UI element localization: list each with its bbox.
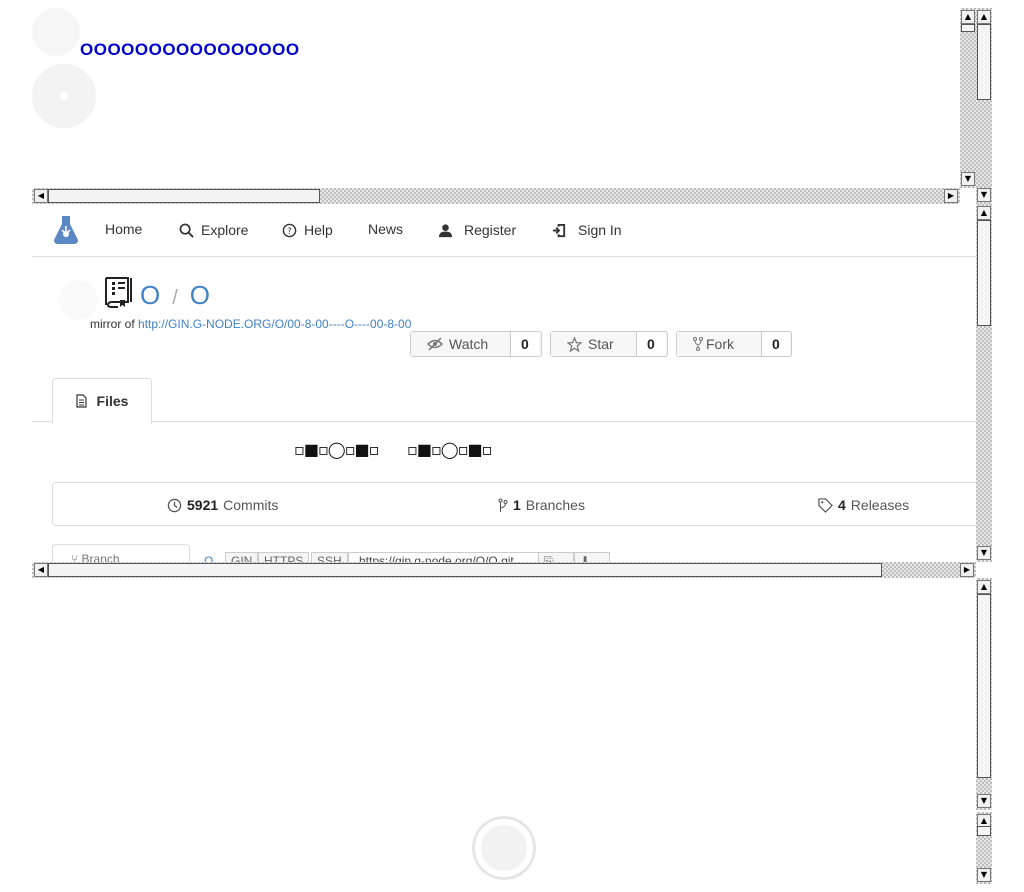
commits-stat[interactable]: 5921 Commits — [167, 497, 278, 513]
frame2-hscroll-thumb[interactable] — [48, 563, 882, 577]
clone-o-link[interactable]: O — [204, 554, 213, 562]
scroll-up-icon[interactable]: ▲ — [961, 10, 975, 24]
nav-news[interactable]: News — [368, 221, 403, 237]
repo-avatar-placeholder — [58, 280, 98, 320]
repo-title-separator: / — [172, 287, 178, 309]
repo-title: O / O — [140, 280, 210, 311]
download-button[interactable]: ⬇ — [574, 552, 610, 562]
scroll-up-icon[interactable]: ▲ — [977, 206, 991, 220]
repo-book-icon — [105, 277, 132, 308]
star-count: 0 — [637, 332, 665, 356]
outer-vscroll-2[interactable]: ▲ ▼ — [976, 204, 992, 562]
clipboard-icon: ⎘ — [544, 554, 554, 562]
branch-icon — [498, 498, 508, 512]
watch-count: 0 — [511, 332, 539, 356]
download-icon: ⬇ — [580, 554, 591, 562]
scroll-left-icon[interactable]: ◀ — [34, 563, 48, 577]
frame1-vscroll[interactable]: ▲ ▼ — [960, 8, 976, 188]
frame1-hscroll[interactable]: ◀ ▶ — [32, 188, 960, 204]
fork-count: 0 — [762, 332, 790, 356]
search-icon — [179, 223, 194, 238]
scroll-down-icon[interactable]: ▼ — [977, 188, 991, 202]
header-divider — [32, 256, 976, 257]
history-icon — [167, 498, 182, 512]
scroll-right-icon[interactable]: ▶ — [944, 189, 958, 203]
outer-vscroll-1[interactable]: ▲ ▼ — [976, 8, 992, 204]
top-frame — [32, 8, 960, 188]
tag-icon — [818, 497, 833, 513]
scroll-down-icon[interactable]: ▼ — [977, 868, 991, 882]
star-button[interactable]: Star 0 — [550, 331, 668, 357]
outer-vscroll-4-thumb[interactable] — [977, 826, 991, 836]
outer-vscroll-4[interactable]: ▲ ▼ — [976, 812, 992, 884]
clone-gin-tab[interactable]: GIN — [225, 552, 259, 562]
glyph-row-2: ▫■▫◯▫■▫ — [407, 440, 493, 459]
star-icon — [567, 336, 582, 352]
mirror-url-link[interactable]: http://GIN.G-NODE.ORG/O/00-8-00----O----… — [138, 317, 411, 331]
help-icon: ? — [282, 223, 297, 237]
loading-dot-small — [32, 8, 80, 56]
loading-dot-large — [32, 64, 96, 128]
scroll-right-icon[interactable]: ▶ — [960, 563, 974, 577]
scroll-down-icon[interactable]: ▼ — [977, 794, 991, 808]
user-icon — [438, 223, 453, 237]
outer-vscroll-1-thumb[interactable] — [977, 24, 991, 100]
clone-url-input[interactable]: https://gin.g-node.org/O/O.git — [348, 552, 545, 562]
nav-help[interactable]: ? Help — [282, 222, 333, 238]
nav-explore[interactable]: Explore — [179, 222, 248, 238]
fork-icon — [693, 337, 703, 351]
nav-home[interactable]: Home — [105, 221, 142, 237]
releases-stat[interactable]: 4 Releases — [818, 497, 909, 513]
fork-button[interactable]: Fork 0 — [676, 331, 792, 357]
clone-https-tab[interactable]: HTTPS — [258, 552, 310, 562]
eye-slash-icon — [427, 337, 443, 351]
file-text-icon — [75, 394, 87, 408]
frame2-hscroll[interactable]: ◀ ▶ — [32, 562, 976, 578]
scroll-down-icon[interactable]: ▼ — [961, 172, 975, 186]
outer-vscroll-3-thumb[interactable] — [977, 594, 991, 778]
repo-owner-link[interactable]: O — [140, 280, 160, 311]
mirror-info: mirror of http://GIN.G-NODE.ORG/O/00-8-0… — [90, 317, 412, 331]
watch-button[interactable]: Watch 0 — [410, 331, 542, 357]
scroll-down-icon[interactable]: ▼ — [977, 546, 991, 560]
tabs-divider — [32, 421, 976, 422]
frame1-vscroll-thumb[interactable] — [961, 24, 975, 32]
clone-ssh-tab[interactable]: SSH — [311, 552, 348, 562]
loading-spinner — [472, 816, 536, 880]
glyph-row-1: ▫■▫◯▫■▫ — [294, 440, 380, 459]
frame1-hscroll-thumb[interactable] — [48, 189, 320, 203]
branch-icon: ⑂ — [71, 552, 79, 562]
svg-text:?: ? — [287, 225, 291, 235]
repo-frame: Home Explore ? Help News Register Sign I… — [32, 204, 976, 562]
scroll-up-icon[interactable]: ▲ — [977, 10, 991, 24]
nav-sign-in[interactable]: Sign In — [552, 222, 622, 238]
outer-vscroll-2-thumb[interactable] — [977, 220, 991, 326]
scroll-up-icon[interactable]: ▲ — [977, 580, 991, 594]
o-text-row: OOOOOOOOOOOOOOOO — [80, 40, 300, 59]
sign-in-icon — [552, 223, 566, 237]
nav-register[interactable]: Register — [438, 222, 516, 238]
branches-stat[interactable]: 1 Branches — [498, 497, 585, 513]
outer-vscroll-3[interactable]: ▲ ▼ — [976, 578, 992, 810]
branch-dropdown[interactable]: ⑂ Branch — [52, 544, 190, 562]
copy-url-button[interactable]: ⎘ — [538, 552, 574, 562]
gin-logo-icon[interactable] — [54, 216, 78, 244]
scroll-left-icon[interactable]: ◀ — [34, 189, 48, 203]
repo-name-link[interactable]: O — [190, 280, 210, 311]
tab-files[interactable]: Files — [52, 378, 152, 424]
